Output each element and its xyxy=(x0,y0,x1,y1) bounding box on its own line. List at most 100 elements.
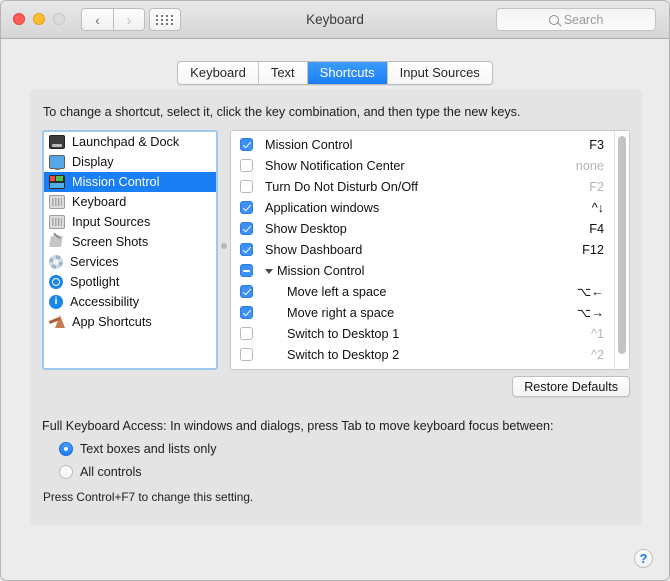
screen-shots-icon xyxy=(49,235,65,249)
full-keyboard-access-note: Press Control+F7 to change this setting. xyxy=(43,490,254,504)
radio-button[interactable] xyxy=(59,465,73,479)
tab-input-sources[interactable]: Input Sources xyxy=(387,62,492,84)
full-keyboard-access-label: Full Keyboard Access: In windows and dia… xyxy=(42,419,554,433)
sidebar-item-label: Mission Control xyxy=(72,175,160,189)
shortcut-checkbox[interactable] xyxy=(240,348,253,361)
shortcut-label: Move right a space xyxy=(287,305,395,320)
content-panel: To change a shortcut, select it, click t… xyxy=(30,89,642,525)
table-row[interactable]: Mission Control F3 xyxy=(231,134,614,155)
table-row[interactable]: Turn Do Not Disturb On/Off F2 xyxy=(231,176,614,197)
sidebar-item-mission-control[interactable]: Mission Control xyxy=(44,172,216,192)
full-keyboard-access-section: Full Keyboard Access: In windows and dia… xyxy=(42,419,554,504)
shortcut-label: Show Dashboard xyxy=(265,242,363,257)
shortcut-key[interactable]: ^2 xyxy=(591,348,604,362)
restore-defaults-button[interactable]: Restore Defaults xyxy=(512,376,630,397)
group-label: Mission Control xyxy=(265,264,604,278)
launchpad-dock-icon xyxy=(49,135,65,149)
keyboard-preferences-window: ‹ › Keyboard Search Keyboard Text Shortc… xyxy=(0,0,670,581)
shortcut-key[interactable]: ⌥← xyxy=(577,284,604,299)
sidebar-item-label: Spotlight xyxy=(70,275,120,289)
chevron-down-icon[interactable] xyxy=(265,268,273,274)
search-icon xyxy=(548,14,559,25)
tab-keyboard[interactable]: Keyboard xyxy=(178,62,259,84)
shortcut-label: Mission Control xyxy=(265,137,353,152)
table-row-group[interactable]: Mission Control xyxy=(231,260,614,281)
shortcut-key[interactable]: ⌥→ xyxy=(577,305,604,320)
search-input[interactable]: Search xyxy=(496,8,656,31)
table-row[interactable]: Switch to Desktop 1 ^1 xyxy=(231,323,614,344)
services-icon xyxy=(49,255,63,269)
sidebar-item-label: Display xyxy=(72,155,114,169)
table-row[interactable]: Show Dashboard F12 xyxy=(231,239,614,260)
shortcut-label: Switch to Desktop 2 xyxy=(287,347,400,362)
radio-button[interactable] xyxy=(59,442,73,456)
shortcut-key[interactable]: F12 xyxy=(582,243,604,257)
radio-all-controls[interactable]: All controls xyxy=(59,465,554,479)
table-row[interactable]: Show Notification Center none xyxy=(231,155,614,176)
tab-bar: Keyboard Text Shortcuts Input Sources xyxy=(1,61,669,85)
sidebar-item-input-sources[interactable]: Input Sources xyxy=(44,212,216,232)
table-row[interactable]: Show Desktop F4 xyxy=(231,218,614,239)
titlebar: ‹ › Keyboard Search xyxy=(1,1,669,39)
table-row[interactable]: Move right a space ⌥→ xyxy=(231,302,614,323)
shortcut-label: Show Notification Center xyxy=(265,158,405,173)
keyboard-icon xyxy=(49,195,65,209)
shortcut-key[interactable]: F2 xyxy=(589,180,604,194)
input-sources-icon xyxy=(49,215,65,229)
shortcut-checkbox[interactable] xyxy=(240,243,253,256)
shortcut-checkbox[interactable] xyxy=(240,327,253,340)
sidebar-item-label: Keyboard xyxy=(72,195,127,209)
shortcut-key[interactable]: ^1 xyxy=(591,327,604,341)
app-shortcuts-icon xyxy=(49,315,65,329)
sidebar-item-app-shortcuts[interactable]: App Shortcuts xyxy=(44,312,216,332)
shortcut-checkbox[interactable] xyxy=(240,201,253,214)
tab-shortcuts[interactable]: Shortcuts xyxy=(307,62,388,84)
display-icon xyxy=(49,155,65,170)
shortcut-label: Show Desktop xyxy=(265,221,347,236)
instruction-text: To change a shortcut, select it, click t… xyxy=(43,105,521,119)
shortcut-key[interactable]: ^↓ xyxy=(592,201,604,215)
vertical-scrollbar[interactable] xyxy=(614,131,629,369)
shortcut-checkbox[interactable] xyxy=(240,138,253,151)
split-divider-handle[interactable] xyxy=(218,130,230,370)
category-list[interactable]: Launchpad & Dock Display Mission Control… xyxy=(42,130,218,370)
sidebar-item-spotlight[interactable]: Spotlight xyxy=(44,272,216,292)
shortcut-checkbox[interactable] xyxy=(240,180,253,193)
shortcut-checkbox[interactable] xyxy=(240,285,253,298)
table-row[interactable]: Switch to Desktop 2 ^2 xyxy=(231,344,614,365)
shortcut-rows: Mission Control F3 Show Notification Cen… xyxy=(231,131,614,369)
sidebar-item-label: Screen Shots xyxy=(72,235,149,249)
shortcut-checkbox[interactable] xyxy=(240,306,253,319)
group-checkbox[interactable] xyxy=(240,264,253,277)
shortcut-key[interactable]: none xyxy=(576,159,604,173)
shortcut-label: Turn Do Not Disturb On/Off xyxy=(265,179,419,194)
sidebar-item-label: Accessibility xyxy=(70,295,140,309)
shortcut-label: Move left a space xyxy=(287,284,387,299)
shortcut-checkbox[interactable] xyxy=(240,159,253,172)
table-row[interactable]: Move left a space ⌥← xyxy=(231,281,614,302)
tabs: Keyboard Text Shortcuts Input Sources xyxy=(177,61,493,85)
sidebar-item-display[interactable]: Display xyxy=(44,152,216,172)
spotlight-icon xyxy=(49,275,63,289)
sidebar-item-keyboard[interactable]: Keyboard xyxy=(44,192,216,212)
radio-text-boxes-and-lists-only[interactable]: Text boxes and lists only xyxy=(59,442,554,456)
mission-control-icon xyxy=(49,175,65,189)
tab-text[interactable]: Text xyxy=(258,62,308,84)
sidebar-item-screen-shots[interactable]: Screen Shots xyxy=(44,232,216,252)
sidebar-item-label: Launchpad & Dock xyxy=(72,135,180,149)
shortcut-list[interactable]: Mission Control F3 Show Notification Cen… xyxy=(230,130,630,370)
split-panes: Launchpad & Dock Display Mission Control… xyxy=(42,130,630,370)
radio-label: Text boxes and lists only xyxy=(80,442,217,456)
scrollbar-thumb[interactable] xyxy=(618,136,626,354)
shortcut-key[interactable]: F3 xyxy=(589,138,604,152)
group-label-text: Mission Control xyxy=(277,263,365,278)
sidebar-item-launchpad-dock[interactable]: Launchpad & Dock xyxy=(44,132,216,152)
sidebar-item-accessibility[interactable]: i Accessibility xyxy=(44,292,216,312)
sidebar-item-label: Input Sources xyxy=(72,215,151,229)
radio-label: All controls xyxy=(80,465,142,479)
shortcut-key[interactable]: F4 xyxy=(589,222,604,236)
shortcut-checkbox[interactable] xyxy=(240,222,253,235)
table-row[interactable]: Application windows ^↓ xyxy=(231,197,614,218)
sidebar-item-services[interactable]: Services xyxy=(44,252,216,272)
help-button[interactable]: ? xyxy=(634,549,653,568)
